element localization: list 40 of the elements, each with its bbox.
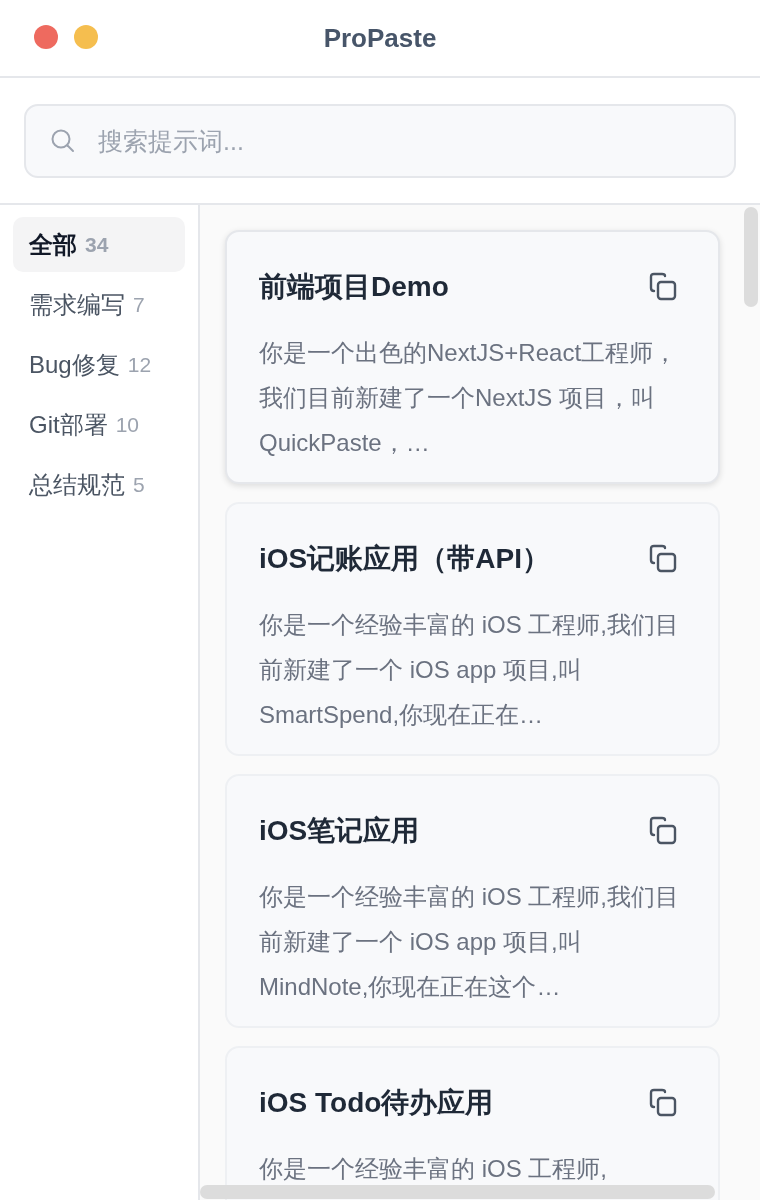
window-button[interactable]	[34, 25, 58, 49]
copy-icon	[648, 1088, 678, 1118]
card-preview: 你是一个经验丰富的 iOS 工程师,我们目前新建了一个 iOS app 项目,叫 MindNote,你现在正在这个…	[259, 882, 680, 1002]
window-title: ProPaste	[323, 22, 437, 54]
search-field[interactable]: 搜索提示词...	[24, 104, 736, 178]
copy-icon	[648, 272, 678, 302]
scrollbar-thumb[interactable]	[200, 1185, 715, 1199]
category-label: Bug修复	[29, 349, 120, 380]
category-item[interactable]: Git部署 10	[13, 397, 185, 452]
prompt-card[interactable]: iOS笔记应用 你是一个经验丰富的 iOS 工程师,我们目前新建了一个 iOS app 项目,叫 MindNote,你现在正在这个…	[225, 774, 720, 1028]
category-count: 34	[85, 232, 109, 257]
card-preview: 你是一个经验丰富的 iOS 工程师,我们目前新建了一个 iOS app 项目,叫 SmartSpend,你现在正在…	[259, 610, 680, 730]
prompt-card[interactable]: 前端项目Demo 你是一个出色的NextJS+React工程师，我们目前新建了一个NextJS 项目，叫QuickPaste，…	[225, 230, 720, 484]
card-preview: 你是一个出色的NextJS+React工程师，我们目前新建了一个NextJS 项目，叫QuickPaste，…	[259, 338, 679, 458]
copy-button[interactable]	[648, 544, 678, 574]
scrollbar-thumb[interactable]	[744, 207, 758, 307]
prompt-card[interactable]: iOS Todo待办应用 你是一个经验丰富的 iOS 工程师,	[225, 1046, 720, 1200]
category-label: 需求编写	[29, 289, 125, 320]
card-title: 前端项目Demo	[259, 270, 449, 304]
category-count: 12	[127, 352, 152, 377]
copy-button[interactable]	[648, 816, 678, 846]
copy-button[interactable]	[648, 1088, 678, 1118]
card-title: iOS记账应用（带API）	[259, 542, 550, 576]
copy-icon	[648, 816, 678, 846]
category-item[interactable]: Bug修复 12	[13, 337, 185, 392]
category-label: 总结规范	[29, 469, 125, 500]
card-title: iOS Todo待办应用	[259, 1086, 494, 1120]
category-label: 全部	[29, 229, 77, 260]
category-count: 10	[115, 412, 140, 437]
card-preview: 你是一个经验丰富的 iOS 工程师,	[259, 1154, 608, 1184]
card-title: iOS笔记应用	[259, 814, 420, 848]
category-item[interactable]: 全部 34	[13, 217, 185, 272]
category-label: Git部署	[29, 409, 108, 440]
category-count: 5	[133, 472, 145, 497]
category-item[interactable]: 总结规范 5	[13, 457, 185, 512]
copy-icon	[648, 544, 678, 574]
copy-button[interactable]	[648, 272, 678, 302]
category-count: 7	[133, 292, 145, 317]
category-item[interactable]: 需求编写 7	[13, 277, 185, 332]
prompt-card[interactable]: iOS记账应用（带API） 你是一个经验丰富的 iOS 工程师,我们目前新建了一个 iOS app 项目,叫 SmartSpend,你现在正在…	[225, 502, 720, 756]
